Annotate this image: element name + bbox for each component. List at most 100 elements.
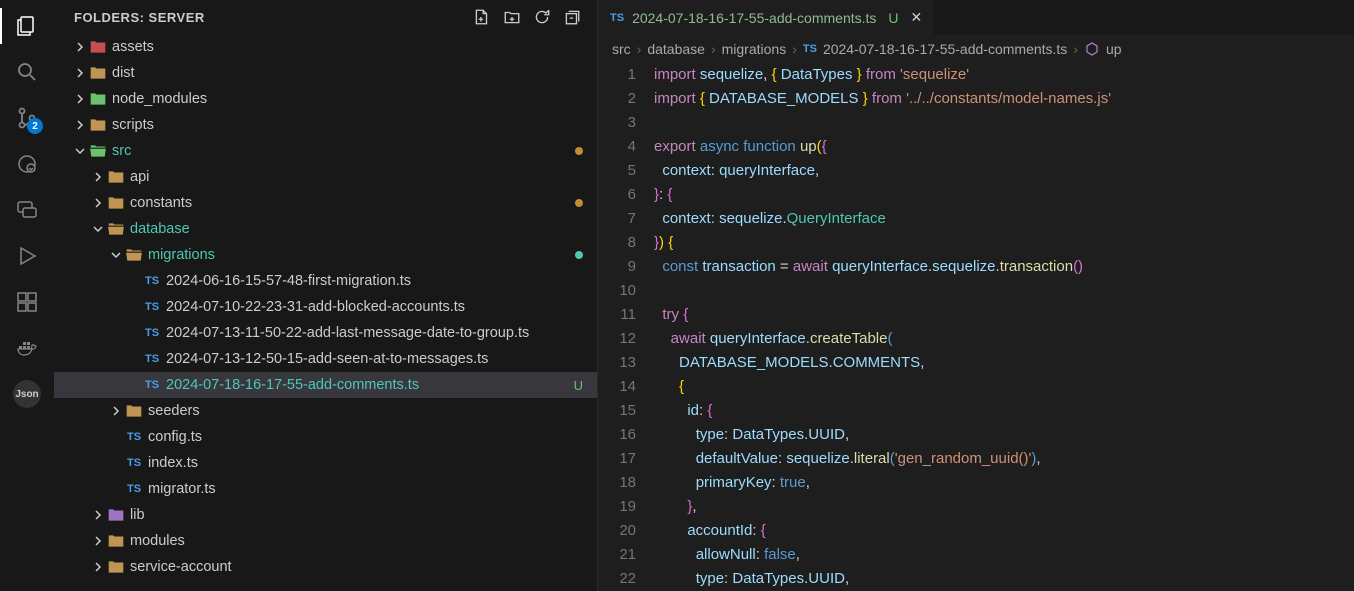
- chevron-right-icon[interactable]: [90, 507, 106, 523]
- file-icon: [106, 193, 126, 213]
- chevron-down-icon[interactable]: [108, 247, 124, 263]
- breadcrumb[interactable]: src› database› migrations› TS 2024-07-18…: [598, 35, 1354, 63]
- tab-status: U: [888, 10, 898, 26]
- file-icon: [88, 89, 108, 109]
- new-file-icon[interactable]: [473, 8, 491, 26]
- search-icon[interactable]: [13, 58, 41, 86]
- tree-label: node_modules: [112, 91, 207, 107]
- json-icon[interactable]: Json: [13, 380, 41, 408]
- ts-icon: TS: [803, 43, 817, 55]
- code-editor[interactable]: 12345678910111213141516171819202122 impo…: [598, 63, 1354, 591]
- tree-label: 2024-07-10-22-23-31-add-blocked-accounts…: [166, 299, 465, 315]
- file-icon: [124, 401, 144, 421]
- sidebar-title: FOLDERS: SERVER: [74, 10, 205, 25]
- folder-item[interactable]: migrations: [54, 242, 597, 268]
- file-item[interactable]: TS2024-07-10-22-23-31-add-blocked-accoun…: [54, 294, 597, 320]
- file-icon: TS: [142, 297, 162, 317]
- breadcrumb-part[interactable]: up: [1106, 41, 1122, 57]
- file-icon: TS: [124, 479, 144, 499]
- tree-label: constants: [130, 195, 192, 211]
- activity-bar: 2 Json: [0, 0, 54, 591]
- file-item[interactable]: TSmigrator.ts: [54, 476, 597, 502]
- chevron-down-icon[interactable]: [72, 143, 88, 159]
- file-icon: [124, 245, 144, 265]
- file-item[interactable]: TS2024-07-18-16-17-55-add-comments.tsU: [54, 372, 597, 398]
- file-icon: [106, 531, 126, 551]
- editor-pane: TS 2024-07-18-16-17-55-add-comments.ts U…: [598, 0, 1354, 591]
- file-icon: TS: [142, 349, 162, 369]
- file-icon: [106, 557, 126, 577]
- refresh-icon[interactable]: [533, 8, 551, 26]
- chevron-right-icon[interactable]: [90, 169, 106, 185]
- tree-label: migrator.ts: [148, 481, 216, 497]
- tab-active[interactable]: TS 2024-07-18-16-17-55-add-comments.ts U…: [598, 0, 934, 35]
- tree-label: seeders: [148, 403, 200, 419]
- run-debug-icon[interactable]: [13, 242, 41, 270]
- file-item[interactable]: TSconfig.ts: [54, 424, 597, 450]
- tree-label: 2024-06-16-15-57-48-first-migration.ts: [166, 273, 411, 289]
- chevron-right-icon[interactable]: [90, 559, 106, 575]
- tree-label: config.ts: [148, 429, 202, 445]
- file-tree[interactable]: assets dist node_modulesscripts src api const…: [54, 34, 597, 580]
- ts-icon: TS: [610, 12, 624, 24]
- file-icon: TS: [142, 375, 162, 395]
- tree-label: lib: [130, 507, 145, 523]
- file-icon: [88, 37, 108, 57]
- collapse-all-icon[interactable]: [563, 8, 581, 26]
- file-item[interactable]: TS2024-07-13-12-50-15-add-seen-at-to-mes…: [54, 346, 597, 372]
- scm-badge: 2: [27, 118, 43, 134]
- close-icon[interactable]: ✕: [911, 9, 923, 26]
- file-item[interactable]: TS2024-06-16-15-57-48-first-migration.ts: [54, 268, 597, 294]
- breadcrumb-part[interactable]: database: [647, 41, 705, 57]
- folder-item[interactable]: constants: [54, 190, 597, 216]
- remote-explorer-icon[interactable]: [13, 150, 41, 178]
- folder-item[interactable]: database: [54, 216, 597, 242]
- chevron-right-icon[interactable]: [72, 65, 88, 81]
- tree-label: index.ts: [148, 455, 198, 471]
- chevron-down-icon[interactable]: [90, 221, 106, 237]
- tab-filename: 2024-07-18-16-17-55-add-comments.ts: [632, 10, 876, 26]
- git-status-tag: U: [574, 378, 583, 393]
- chevron-right-icon[interactable]: [72, 39, 88, 55]
- tree-label: 2024-07-13-11-50-22-add-last-message-dat…: [166, 325, 529, 341]
- folder-item[interactable]: assets: [54, 34, 597, 60]
- chevron-right-icon[interactable]: [72, 117, 88, 133]
- chevron-right-icon[interactable]: [90, 533, 106, 549]
- code-content[interactable]: import sequelize, { DataTypes } from 'se…: [654, 63, 1111, 591]
- chevron-right-icon[interactable]: [108, 403, 124, 419]
- tree-label: service-account: [130, 559, 232, 575]
- chevron-right-icon[interactable]: [72, 91, 88, 107]
- tree-label: assets: [112, 39, 154, 55]
- tree-label: src: [112, 143, 131, 159]
- file-icon: [106, 167, 126, 187]
- folder-item[interactable]: node_modules: [54, 86, 597, 112]
- docker-icon[interactable]: [13, 334, 41, 362]
- folder-item[interactable]: modules: [54, 528, 597, 554]
- folder-item[interactable]: scripts: [54, 112, 597, 138]
- folder-item[interactable]: lib: [54, 502, 597, 528]
- breadcrumb-part[interactable]: migrations: [722, 41, 787, 57]
- breadcrumb-part[interactable]: src: [612, 41, 631, 57]
- folder-item[interactable]: seeders: [54, 398, 597, 424]
- tree-label: scripts: [112, 117, 154, 133]
- tree-label: database: [130, 221, 190, 237]
- file-item[interactable]: TS2024-07-13-11-50-22-add-last-message-d…: [54, 320, 597, 346]
- explorer-icon[interactable]: [13, 12, 41, 40]
- file-icon: TS: [124, 427, 144, 447]
- folder-item[interactable]: dist: [54, 60, 597, 86]
- folder-item[interactable]: api: [54, 164, 597, 190]
- breadcrumb-part[interactable]: 2024-07-18-16-17-55-add-comments.ts: [823, 41, 1067, 57]
- source-control-icon[interactable]: 2: [13, 104, 41, 132]
- file-icon: TS: [124, 453, 144, 473]
- file-icon: [88, 63, 108, 83]
- editor-tabs: TS 2024-07-18-16-17-55-add-comments.ts U…: [598, 0, 1354, 35]
- file-item[interactable]: TSindex.ts: [54, 450, 597, 476]
- chevron-right-icon[interactable]: [90, 195, 106, 211]
- file-icon: [106, 505, 126, 525]
- extensions-icon[interactable]: [13, 288, 41, 316]
- folder-item[interactable]: service-account: [54, 554, 597, 580]
- chat-icon[interactable]: [13, 196, 41, 224]
- new-folder-icon[interactable]: [503, 8, 521, 26]
- folder-item[interactable]: src: [54, 138, 597, 164]
- sidebar-header: FOLDERS: SERVER: [54, 0, 597, 34]
